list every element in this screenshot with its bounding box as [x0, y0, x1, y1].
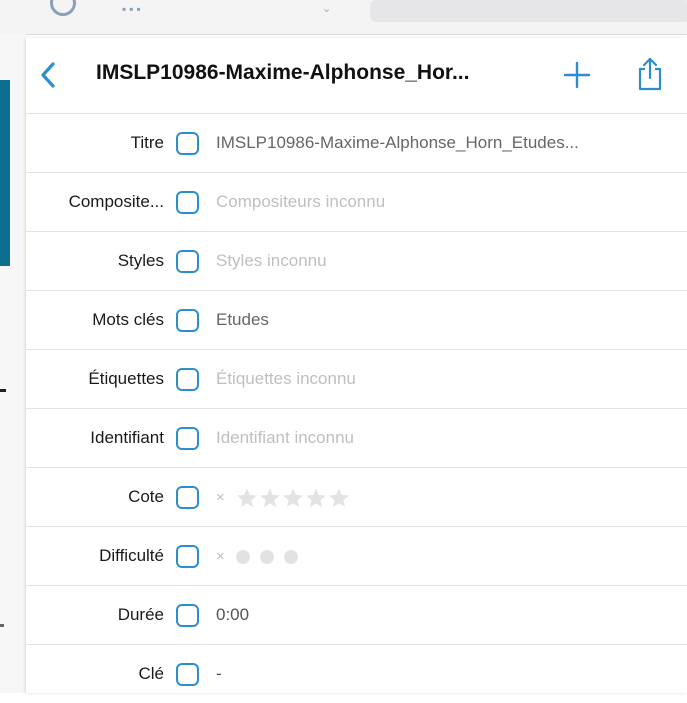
- background-selection-accent: [0, 80, 10, 266]
- background-toolbar: ▪▪▪ ⌄: [0, 0, 687, 35]
- field-row-compositeurs[interactable]: Composite... Compositeurs inconnu: [26, 173, 687, 232]
- field-label: Étiquettes: [88, 369, 164, 388]
- field-label: Difficulté: [99, 546, 164, 565]
- checkbox[interactable]: [176, 604, 199, 627]
- share-button[interactable]: [636, 56, 664, 92]
- metadata-popover: IMSLP10986-Maxime-Alphonse_Hor... Titre …: [26, 38, 687, 693]
- field-row-duree[interactable]: Durée 0:00: [26, 586, 687, 645]
- key-value[interactable]: -: [216, 664, 686, 684]
- labels-placeholder[interactable]: Étiquettes inconnu: [216, 369, 686, 389]
- chevron-left-icon: [41, 62, 55, 88]
- field-label: Mots clés: [92, 310, 164, 329]
- background-grid-icon: ▪▪▪: [122, 2, 144, 16]
- checkbox[interactable]: [176, 663, 199, 686]
- field-label: Titre: [130, 133, 164, 152]
- back-button[interactable]: [36, 58, 62, 92]
- difficulty-control[interactable]: ×: [216, 546, 686, 566]
- metadata-form: Titre IMSLP10986-Maxime-Alphonse_Horn_Et…: [26, 114, 687, 703]
- page-title: IMSLP10986-Maxime-Alphonse_Hor...: [96, 61, 470, 84]
- field-row-etiquettes[interactable]: Étiquettes Étiquettes inconnu: [26, 350, 687, 409]
- checkbox[interactable]: [176, 486, 199, 509]
- checkbox[interactable]: [176, 250, 199, 273]
- background-divider-mark: [0, 624, 4, 627]
- field-row-difficulte[interactable]: Difficulté ×: [26, 527, 687, 586]
- title-value[interactable]: IMSLP10986-Maxime-Alphonse_Horn_Etudes..…: [216, 133, 686, 153]
- background-circle-icon: [50, 0, 76, 16]
- checkbox[interactable]: [176, 368, 199, 391]
- difficulty-dots[interactable]: [235, 546, 308, 565]
- star-rating[interactable]: [236, 487, 351, 509]
- difficulty-dot[interactable]: [259, 549, 274, 564]
- add-button[interactable]: [562, 60, 592, 90]
- star-icon[interactable]: [259, 487, 281, 509]
- background-divider-mark: [0, 389, 6, 392]
- star-icon[interactable]: [236, 487, 258, 509]
- navigation-bar: IMSLP10986-Maxime-Alphonse_Hor...: [26, 38, 687, 114]
- field-row-mots-cles[interactable]: Mots clés Etudes: [26, 291, 687, 350]
- field-label: Durée: [117, 605, 164, 624]
- plus-icon: [563, 61, 591, 89]
- field-label: Composite...: [68, 192, 164, 211]
- field-row-titre[interactable]: Titre IMSLP10986-Maxime-Alphonse_Horn_Et…: [26, 114, 687, 173]
- field-label: Styles: [117, 251, 164, 270]
- field-label: Clé: [138, 664, 164, 683]
- background-sidebar: [0, 34, 26, 693]
- duration-value[interactable]: 0:00: [216, 605, 686, 625]
- clear-difficulty-button[interactable]: ×: [216, 548, 225, 565]
- field-label: Cote: [128, 487, 164, 506]
- star-icon[interactable]: [282, 487, 304, 509]
- clear-rating-button[interactable]: ×: [216, 489, 225, 506]
- field-row-styles[interactable]: Styles Styles inconnu: [26, 232, 687, 291]
- rating-control[interactable]: ×: [216, 487, 686, 509]
- difficulty-dot[interactable]: [235, 549, 250, 564]
- checkbox[interactable]: [176, 545, 199, 568]
- field-row-cote[interactable]: Cote ×: [26, 468, 687, 527]
- background-search-field: [370, 0, 687, 22]
- checkbox[interactable]: [176, 309, 199, 332]
- checkbox[interactable]: [176, 427, 199, 450]
- composers-placeholder[interactable]: Compositeurs inconnu: [216, 192, 686, 212]
- checkbox[interactable]: [176, 191, 199, 214]
- share-icon: [638, 57, 662, 91]
- keywords-value[interactable]: Etudes: [216, 310, 686, 330]
- field-label: Identifiant: [90, 428, 164, 447]
- checkbox[interactable]: [176, 132, 199, 155]
- identifier-placeholder[interactable]: Identifiant inconnu: [216, 428, 686, 448]
- background-chevron-down-icon: ⌄: [322, 3, 332, 15]
- difficulty-dot[interactable]: [283, 549, 298, 564]
- star-icon[interactable]: [328, 487, 350, 509]
- styles-placeholder[interactable]: Styles inconnu: [216, 251, 686, 271]
- field-row-identifiant[interactable]: Identifiant Identifiant inconnu: [26, 409, 687, 468]
- field-row-cle[interactable]: Clé -: [26, 645, 687, 703]
- star-icon[interactable]: [305, 487, 327, 509]
